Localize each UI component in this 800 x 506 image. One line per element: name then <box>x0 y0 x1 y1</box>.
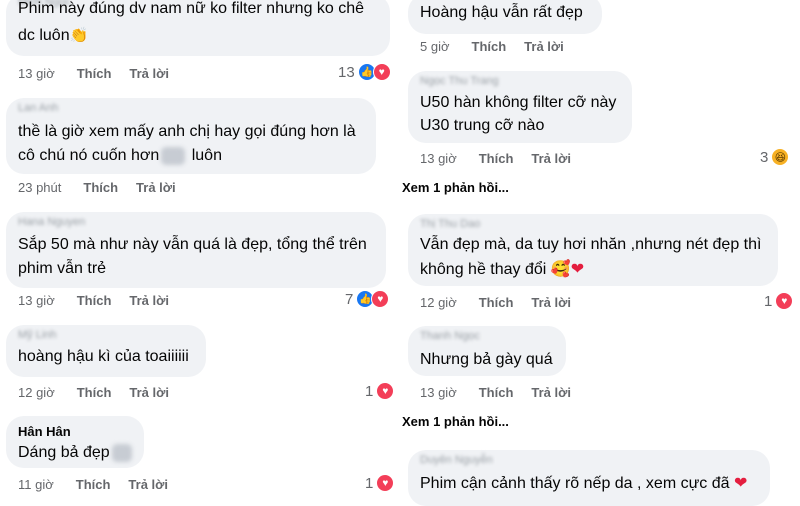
comment-text: thề là giờ xem mấy anh chị hay gọi đúng … <box>18 123 356 140</box>
comment-text: hoàng hậu kì của toaiiiiii <box>18 348 189 365</box>
love-icon: ♥ <box>371 290 390 308</box>
reply-button[interactable]: Trả lời <box>129 66 169 81</box>
clap-emoji: 👏 <box>69 27 89 44</box>
comment-bubble: Hân Hân Dáng bả đẹp <box>6 416 144 468</box>
comment-bubble: Hana Nguyen Sắp 50 mà như này vẫn quá là… <box>6 212 386 288</box>
comment-meta: 13 giờ Thích Trả lời <box>18 66 169 81</box>
comment-bubble: Mỹ Linh hoàng hậu kì của toaiiiiii <box>6 325 206 377</box>
comment-time[interactable]: 23 phút <box>18 180 61 195</box>
reply-button[interactable]: Trả lời <box>136 180 176 195</box>
comment-time[interactable]: 13 giờ <box>18 293 55 308</box>
comment-bubble: Thanh Ngọc Nhưng bả gày quá <box>408 326 566 376</box>
comment-time[interactable]: 13 giờ <box>18 66 55 81</box>
comment-meta: 11 giờ Thích Trả lời <box>18 477 168 492</box>
comment-text: U30 trung cỡ nào <box>420 117 545 134</box>
comment-meta: 13 giờ Thích Trả lời <box>420 151 571 166</box>
comment-text: dc luôn👏 <box>18 27 89 44</box>
blurred-mention <box>111 443 132 462</box>
like-button[interactable]: Thích <box>479 151 514 166</box>
heart-emoji: ❤ <box>734 475 748 492</box>
like-button[interactable]: Thích <box>77 385 112 400</box>
like-button[interactable]: Thích <box>479 295 514 310</box>
comment-text: Phim này đúng dv nam nữ ko filter nhưng … <box>18 0 365 17</box>
reaction-summary[interactable]: 1 ♥ <box>764 292 794 310</box>
reply-button[interactable]: Trả lời <box>524 39 564 54</box>
commenter-name-blurred[interactable]: Thanh Ngọc <box>420 330 480 342</box>
reply-button[interactable]: Trả lời <box>531 151 571 166</box>
comment-text: Nhưng bả gày quá <box>420 351 553 368</box>
reaction-summary[interactable]: 1 ♥ <box>365 382 395 400</box>
comment-text: Dáng bả đẹp <box>18 440 134 466</box>
reaction-count: 13 <box>338 63 355 81</box>
like-button[interactable]: Thích <box>77 66 112 81</box>
reaction-count: 3 <box>760 148 769 166</box>
comment-meta: 13 giờ Thích Trả lời <box>420 385 571 400</box>
love-icon: ♥ <box>372 63 391 81</box>
comment-text: Phim cận cảnh thấy rõ nếp da , xem cực đ… <box>420 475 748 492</box>
comment-bubble: Minh Ngọc Phim này đúng dv nam nữ ko fil… <box>6 0 390 56</box>
reaction-count: 7 <box>345 290 354 308</box>
commenter-name-blurred[interactable]: Hana Nguyen <box>18 216 85 228</box>
comment-time[interactable]: 12 giờ <box>420 295 457 310</box>
reaction-summary[interactable]: 13 👍 ♥ <box>338 63 391 81</box>
comment-text: Vẫn đẹp mà, da tuy hơi nhăn ,nhưng nét đ… <box>420 236 762 253</box>
comment-bubble: Duyên Nguyễn Phim cận cảnh thấy rõ nếp d… <box>408 450 770 506</box>
reaction-summary[interactable]: 7 👍 ♥ <box>345 290 390 308</box>
blurred-mention <box>161 146 186 165</box>
like-button[interactable]: Thích <box>77 293 112 308</box>
comment-bubble: Ngọc Thu Trang U50 hàn không filter cỡ n… <box>408 71 632 143</box>
love-icon: ♥ <box>376 382 395 400</box>
view-replies-link[interactable]: Xem 1 phản hồi... <box>402 414 509 429</box>
love-icon: ♥ <box>775 292 794 310</box>
comment-bubble: Thị Thu Dao Vẫn đẹp mà, da tuy hơi nhăn … <box>408 214 778 286</box>
comment-time[interactable]: 13 giờ <box>420 385 457 400</box>
reply-button[interactable]: Trả lời <box>531 385 571 400</box>
commenter-name[interactable]: Hân Hân <box>18 424 71 439</box>
comment-text: phim vẫn trẻ <box>18 260 107 277</box>
comment-time[interactable]: 12 giờ <box>18 385 55 400</box>
commenter-name-blurred[interactable]: Mỹ Linh <box>18 329 57 341</box>
like-button[interactable]: Thích <box>83 180 118 195</box>
reply-button[interactable]: Trả lời <box>128 477 168 492</box>
like-button[interactable]: Thích <box>479 385 514 400</box>
commenter-name-blurred[interactable]: Ngọc Thu Trang <box>420 75 499 87</box>
comment-bubble: Lan Anh thề là giờ xem mấy anh chị hay g… <box>6 98 376 174</box>
like-button[interactable]: Thích <box>76 477 111 492</box>
reply-button[interactable]: Trả lời <box>129 293 169 308</box>
comment-bubble: Hoàng hậu vẫn rất đẹp <box>408 0 602 34</box>
like-button[interactable]: Thích <box>472 39 507 54</box>
comment-meta: 23 phút Thích Trả lời <box>18 180 176 195</box>
reply-button[interactable]: Trả lời <box>531 295 571 310</box>
comment-text: cô chú nó cuốn hơn luôn <box>18 146 222 165</box>
commenter-name-blurred[interactable]: Lan Anh <box>18 102 58 114</box>
commenter-name-blurred[interactable]: Duyên Nguyễn <box>420 454 493 466</box>
heart-emoji: ❤ <box>570 261 585 278</box>
comment-meta: 5 giờ Thích Trả lời <box>420 39 564 54</box>
view-replies-link[interactable]: Xem 1 phản hồi... <box>402 180 509 195</box>
love-icon: ♥ <box>376 474 395 492</box>
comment-text: không hề thay đổi 🥰❤ <box>420 261 585 278</box>
comment-meta: 12 giờ Thích Trả lời <box>18 385 169 400</box>
reaction-summary[interactable]: 1 ♥ <box>365 474 395 492</box>
comment-time[interactable]: 13 giờ <box>420 151 457 166</box>
reaction-summary[interactable]: 3 😆 <box>760 148 790 166</box>
comment-text: Hoàng hậu vẫn rất đẹp <box>420 4 583 21</box>
reaction-count: 1 <box>365 382 374 400</box>
comment-meta: 13 giờ Thích Trả lời <box>18 293 169 308</box>
comment-meta: 12 giờ Thích Trả lời <box>420 295 571 310</box>
comment-time[interactable]: 11 giờ <box>18 477 54 492</box>
smiling-hearts-emoji: 🥰 <box>550 261 571 278</box>
comment-text: Sắp 50 mà như này vẫn quá là đẹp, tổng t… <box>18 236 367 253</box>
comment-time[interactable]: 5 giờ <box>420 39 450 54</box>
reaction-count: 1 <box>365 474 374 492</box>
haha-icon: 😆 <box>771 148 790 166</box>
reaction-count: 1 <box>764 292 773 310</box>
reply-button[interactable]: Trả lời <box>129 385 169 400</box>
commenter-name-blurred[interactable]: Thị Thu Dao <box>420 218 480 230</box>
